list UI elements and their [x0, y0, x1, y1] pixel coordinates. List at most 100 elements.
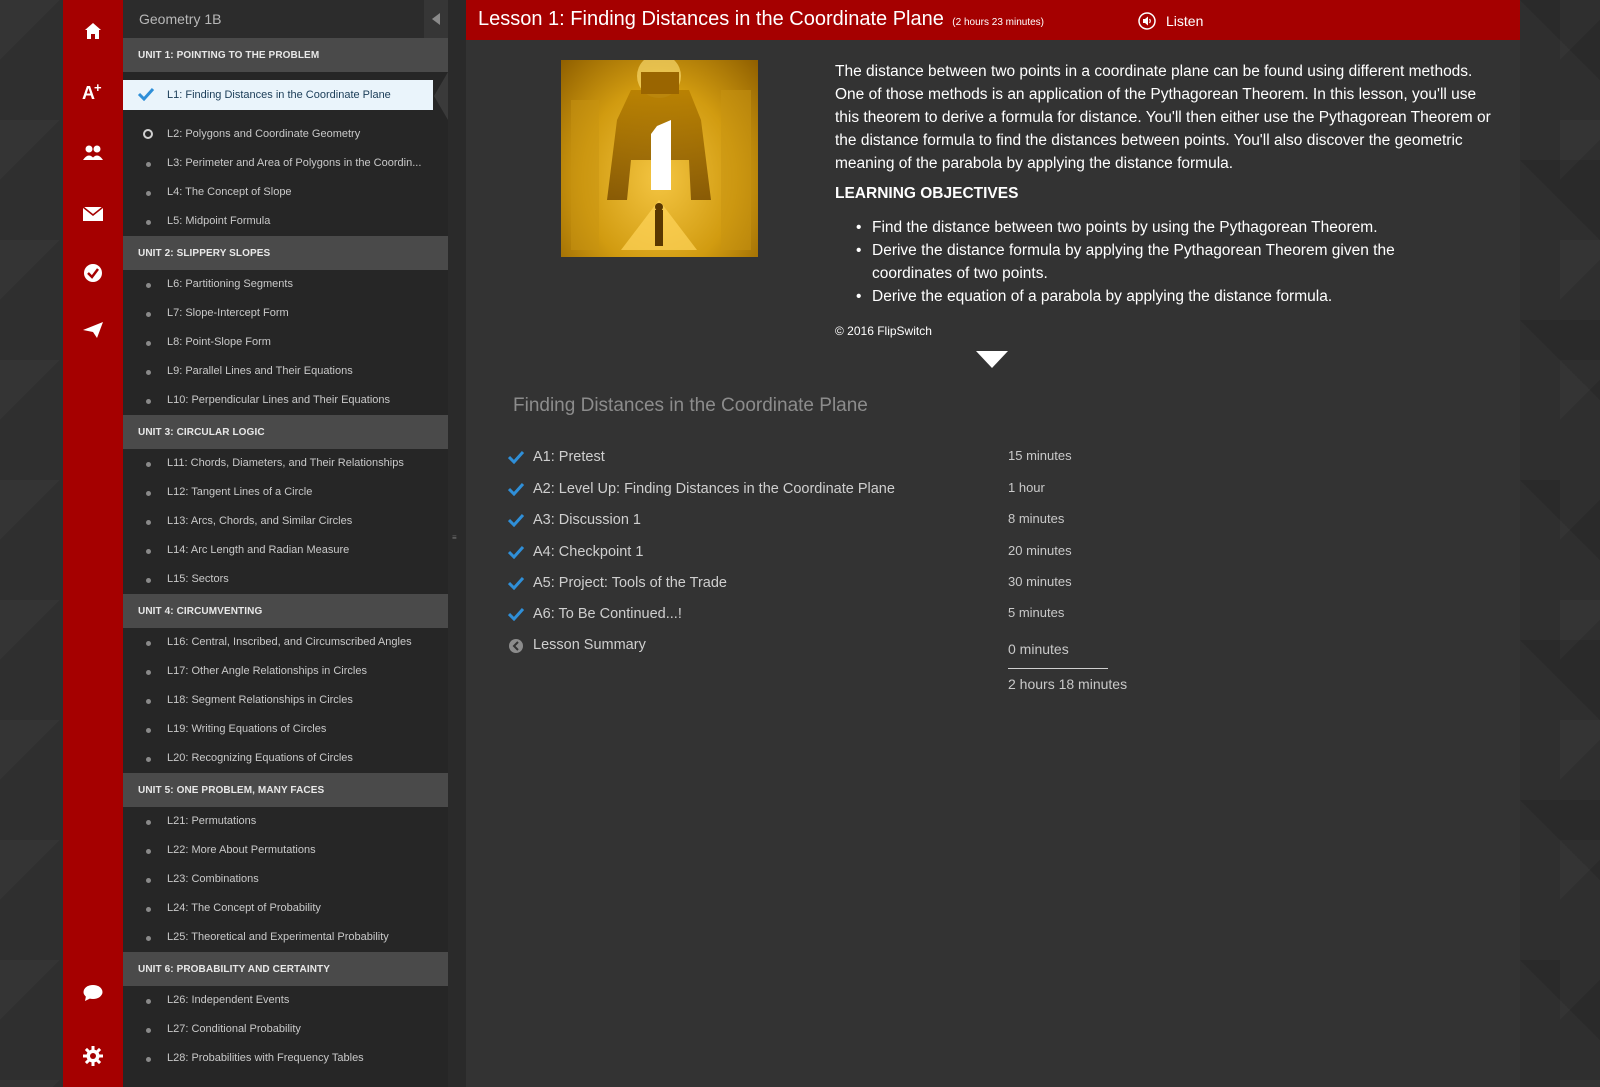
- bullet-icon: [146, 341, 151, 346]
- chevron-left-icon: [432, 13, 440, 25]
- send-icon[interactable]: [63, 310, 123, 350]
- activity-name[interactable]: A5: Project: Tools of the Trade: [533, 575, 727, 591]
- objective-item: Derive the distance formula by applying …: [856, 239, 1476, 285]
- checkmark-icon: [508, 545, 524, 559]
- listen-label: Listen: [1166, 13, 1204, 29]
- sidebar-lesson-label: L3: Perimeter and Area of Polygons in th…: [167, 157, 422, 169]
- activity-time: 0 minutes: [1008, 641, 1069, 657]
- sidebar-lesson[interactable]: L13: Arcs, Chords, and Similar Circles: [123, 507, 448, 536]
- unit-header[interactable]: UNIT 4: CIRCUMVENTING: [123, 594, 448, 628]
- sidebar-lesson-active[interactable]: L1: Finding Distances in the Coordinate …: [123, 80, 433, 110]
- unit-header[interactable]: UNIT 6: PROBABILITY AND CERTAINTY: [123, 952, 448, 986]
- activity-name[interactable]: A2: Level Up: Finding Distances in the C…: [533, 481, 895, 497]
- sidebar-lesson[interactable]: L10: Perpendicular Lines and Their Equat…: [123, 386, 448, 415]
- sidebar-lesson-label: L9: Parallel Lines and Their Equations: [167, 365, 353, 377]
- sidebar-lesson[interactable]: L6: Partitioning Segments: [123, 270, 448, 299]
- unit-header[interactable]: UNIT 1: POINTING TO THE PROBLEM: [123, 38, 448, 72]
- objective-item: Derive the equation of a parabola by app…: [856, 285, 1476, 308]
- sidebar-lesson[interactable]: L12: Tangent Lines of a Circle: [123, 478, 448, 507]
- activity-row[interactable]: A5: Project: Tools of the Trade 30 minut…: [508, 573, 1148, 597]
- sidebar-lesson-label: L15: Sectors: [167, 573, 229, 585]
- sidebar-lesson[interactable]: L20: Recognizing Equations of Circles: [123, 744, 448, 773]
- sidebar-lesson[interactable]: L28: Probabilities with Frequency Tables: [123, 1044, 448, 1073]
- sidebar-lesson[interactable]: L15: Sectors: [123, 565, 448, 594]
- activity-row[interactable]: Lesson Summary 0 minutes: [508, 635, 1148, 659]
- activity-time: 15 minutes: [1008, 448, 1072, 463]
- sidebar-lesson[interactable]: L5: Midpoint Formula: [123, 207, 448, 236]
- sidebar-lesson[interactable]: L22: More About Permutations: [123, 836, 448, 865]
- sidebar-lesson[interactable]: L4: The Concept of Slope: [123, 178, 448, 207]
- sidebar-lesson[interactable]: L25: Theoretical and Experimental Probab…: [123, 923, 448, 952]
- sidebar-lesson[interactable]: L19: Writing Equations of Circles: [123, 715, 448, 744]
- sidebar-lesson[interactable]: L21: Permutations: [123, 807, 448, 836]
- checkmark-icon: [508, 576, 524, 590]
- chat-icon[interactable]: [63, 973, 123, 1013]
- sidebar-lesson-label: L6: Partitioning Segments: [167, 278, 293, 290]
- sidebar-lesson[interactable]: L11: Chords, Diameters, and Their Relati…: [123, 449, 448, 478]
- bullet-icon: [146, 191, 151, 196]
- activity-name[interactable]: A4: Checkpoint 1: [533, 544, 643, 560]
- activity-name[interactable]: Lesson Summary: [533, 637, 646, 653]
- sidebar-lesson[interactable]: L16: Central, Inscribed, and Circumscrib…: [123, 628, 448, 657]
- bullet-icon: [146, 1057, 151, 1062]
- sidebar-lesson[interactable]: L8: Point-Slope Form: [123, 328, 448, 357]
- activity-row[interactable]: A2: Level Up: Finding Distances in the C…: [508, 479, 1148, 503]
- sidebar-lesson-label: L16: Central, Inscribed, and Circumscrib…: [167, 636, 412, 648]
- sidebar-lesson[interactable]: L7: Slope-Intercept Form: [123, 299, 448, 328]
- activity-time: 20 minutes: [1008, 543, 1072, 558]
- sidebar-lesson[interactable]: L26: Independent Events: [123, 986, 448, 1015]
- activity-row[interactable]: A6: To Be Continued...! 5 minutes: [508, 604, 1148, 628]
- copyright-notice: © 2016 FlipSwitch: [835, 324, 932, 338]
- checkmark-icon: [508, 607, 524, 621]
- lesson-description: The distance between two points in a coo…: [835, 63, 1491, 172]
- activity-time: 30 minutes: [1008, 574, 1072, 589]
- sidebar-lesson[interactable]: L14: Arc Length and Radian Measure: [123, 536, 448, 565]
- sidebar-lesson[interactable]: L18: Segment Relationships in Circles: [123, 686, 448, 715]
- lesson-content: Lesson 1: Finding Distances in the Coord…: [466, 0, 1520, 1087]
- sidebar-lesson[interactable]: L24: The Concept of Probability: [123, 894, 448, 923]
- course-title: Geometry 1B: [139, 11, 222, 27]
- gear-icon[interactable]: [63, 1036, 123, 1076]
- collapse-sidebar-button[interactable]: [424, 0, 448, 38]
- activity-name[interactable]: A3: Discussion 1: [533, 512, 641, 528]
- lesson-duration: (2 hours 23 minutes): [952, 17, 1045, 28]
- sidebar-lesson[interactable]: L17: Other Angle Relationships in Circle…: [123, 657, 448, 686]
- sidebar-lesson[interactable]: L27: Conditional Probability: [123, 1015, 448, 1044]
- sidebar-lesson-label: L21: Permutations: [167, 815, 257, 827]
- checkmark-icon[interactable]: [63, 253, 123, 293]
- lesson-hero-image: [561, 60, 758, 257]
- lesson-title: Lesson 1: Finding Distances in the Coord…: [478, 8, 944, 30]
- sidebar-lesson-label: L2: Polygons and Coordinate Geometry: [167, 128, 361, 140]
- activity-name[interactable]: A1: Pretest: [533, 449, 605, 465]
- sidebar-lesson[interactable]: L9: Parallel Lines and Their Equations: [123, 357, 448, 386]
- unit-header[interactable]: UNIT 3: CIRCULAR LOGIC: [123, 415, 448, 449]
- activity-time: 5 minutes: [1008, 605, 1065, 620]
- sidebar-lesson[interactable]: L2: Polygons and Coordinate Geometry: [123, 120, 448, 149]
- bullet-icon: [146, 370, 151, 375]
- sidebar-lesson[interactable]: L23: Combinations: [123, 865, 448, 894]
- bullet-icon: [146, 520, 151, 525]
- activity-row[interactable]: A1: Pretest 15 minutes: [508, 447, 1148, 471]
- activity-name[interactable]: A6: To Be Continued...!: [533, 606, 682, 622]
- unit-header[interactable]: UNIT 2: SLIPPERY SLOPES: [123, 236, 448, 270]
- checkmark-icon: [508, 513, 524, 527]
- active-lesson-pointer: [434, 72, 448, 120]
- expand-triangle-icon[interactable]: [976, 351, 1008, 368]
- listen-button[interactable]: Listen: [1138, 12, 1203, 30]
- sidebar-lesson[interactable]: L3: Perimeter and Area of Polygons in th…: [123, 149, 448, 178]
- activity-row[interactable]: A3: Discussion 1 8 minutes: [508, 510, 1148, 534]
- grades-icon[interactable]: A +: [63, 72, 123, 112]
- activities-section-title: Finding Distances in the Coordinate Plan…: [513, 395, 868, 416]
- lesson-title-bar: Lesson 1: Finding Distances in the Coord…: [466, 0, 1520, 40]
- total-divider: [1008, 668, 1108, 669]
- activity-row[interactable]: A4: Checkpoint 1 20 minutes: [508, 542, 1148, 566]
- sidebar-lesson-label: L5: Midpoint Formula: [167, 215, 271, 227]
- sidebar-scrollbar[interactable]: ≡: [448, 38, 466, 1087]
- sidebar-lesson-label: L27: Conditional Probability: [167, 1023, 301, 1035]
- activity-time: 1 hour: [1008, 480, 1045, 495]
- unit-header[interactable]: UNIT 5: ONE PROBLEM, MANY FACES: [123, 773, 448, 807]
- home-icon[interactable]: [63, 11, 123, 51]
- mail-icon[interactable]: [63, 194, 123, 234]
- people-icon[interactable]: [63, 133, 123, 173]
- course-sidebar: Geometry 1B UNIT 1: POINTING TO THE PROB…: [123, 0, 448, 1087]
